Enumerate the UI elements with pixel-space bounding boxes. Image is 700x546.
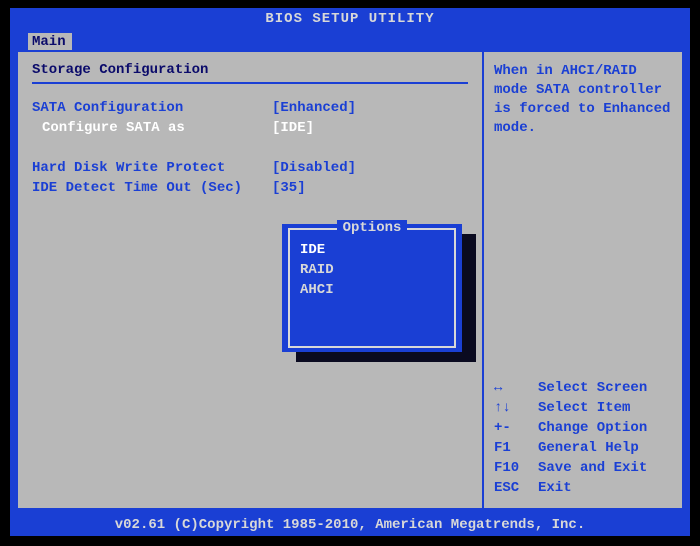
footer-text: v02.61 (C)Copyright 1985-2010, American … [115, 517, 585, 533]
footer: v02.61 (C)Copyright 1985-2010, American … [10, 514, 690, 536]
tab-row: Main [10, 30, 690, 50]
key-row: ↑↓Select Item [494, 398, 672, 418]
key-row: F10Save and Exit [494, 458, 672, 478]
label-detect-timeout: IDE Detect Time Out (Sec) [32, 178, 272, 198]
value-detect-timeout: [35] [272, 178, 468, 198]
title-bar: BIOS SETUP UTILITY [10, 8, 690, 30]
key-desc: Save and Exit [538, 458, 647, 478]
popup-item-ahci[interactable]: AHCI [300, 280, 444, 300]
key-desc: Exit [538, 478, 572, 498]
key-desc: General Help [538, 438, 639, 458]
section-title: Storage Configuration [32, 62, 468, 78]
key-desc: Select Screen [538, 378, 647, 398]
key-arrows-ud: ↑↓ [494, 398, 538, 418]
row-configure-sata-as[interactable]: Configure SATA as [IDE] [32, 118, 468, 138]
value-write-protect: [Disabled] [272, 158, 468, 178]
popup-border: Options IDE RAID AHCI [288, 228, 456, 348]
help-panel: When in AHCI/RAID mode SATA controller i… [482, 52, 682, 508]
key-plus-minus: +- [494, 418, 538, 438]
key-f1: F1 [494, 438, 538, 458]
key-row: +-Change Option [494, 418, 672, 438]
tab-main[interactable]: Main [28, 33, 72, 50]
key-row: ESCExit [494, 478, 672, 498]
key-esc: ESC [494, 478, 538, 498]
label-configure-sata-as: Configure SATA as [32, 118, 272, 138]
key-desc: Select Item [538, 398, 630, 418]
label-write-protect: Hard Disk Write Protect [32, 158, 272, 178]
key-row: F1General Help [494, 438, 672, 458]
key-f10: F10 [494, 458, 538, 478]
row-sata-configuration[interactable]: SATA Configuration [Enhanced] [32, 98, 468, 118]
popup-items: IDE RAID AHCI [290, 230, 454, 304]
key-help: ↔Select Screen ↑↓Select Item +-Change Op… [494, 378, 672, 498]
popup-item-ide[interactable]: IDE [300, 240, 444, 260]
help-text: When in AHCI/RAID mode SATA controller i… [494, 62, 672, 138]
main-panel: Storage Configuration SATA Configuration… [18, 52, 482, 508]
row-write-protect[interactable]: Hard Disk Write Protect [Disabled] [32, 158, 468, 178]
window-title: BIOS SETUP UTILITY [265, 11, 434, 27]
label-sata-configuration: SATA Configuration [32, 98, 272, 118]
value-configure-sata-as: [IDE] [272, 118, 468, 138]
popup-item-raid[interactable]: RAID [300, 260, 444, 280]
key-arrows-lr: ↔ [494, 378, 538, 398]
key-row: ↔Select Screen [494, 378, 672, 398]
options-popup: Options IDE RAID AHCI [282, 224, 462, 352]
work-area: Storage Configuration SATA Configuration… [16, 50, 684, 510]
divider [32, 82, 468, 84]
bios-screen: BIOS SETUP UTILITY Main Storage Configur… [10, 8, 690, 536]
row-detect-timeout[interactable]: IDE Detect Time Out (Sec) [35] [32, 178, 468, 198]
key-desc: Change Option [538, 418, 647, 438]
popup-title: Options [290, 220, 454, 236]
spacer [32, 138, 468, 158]
value-sata-configuration: [Enhanced] [272, 98, 468, 118]
